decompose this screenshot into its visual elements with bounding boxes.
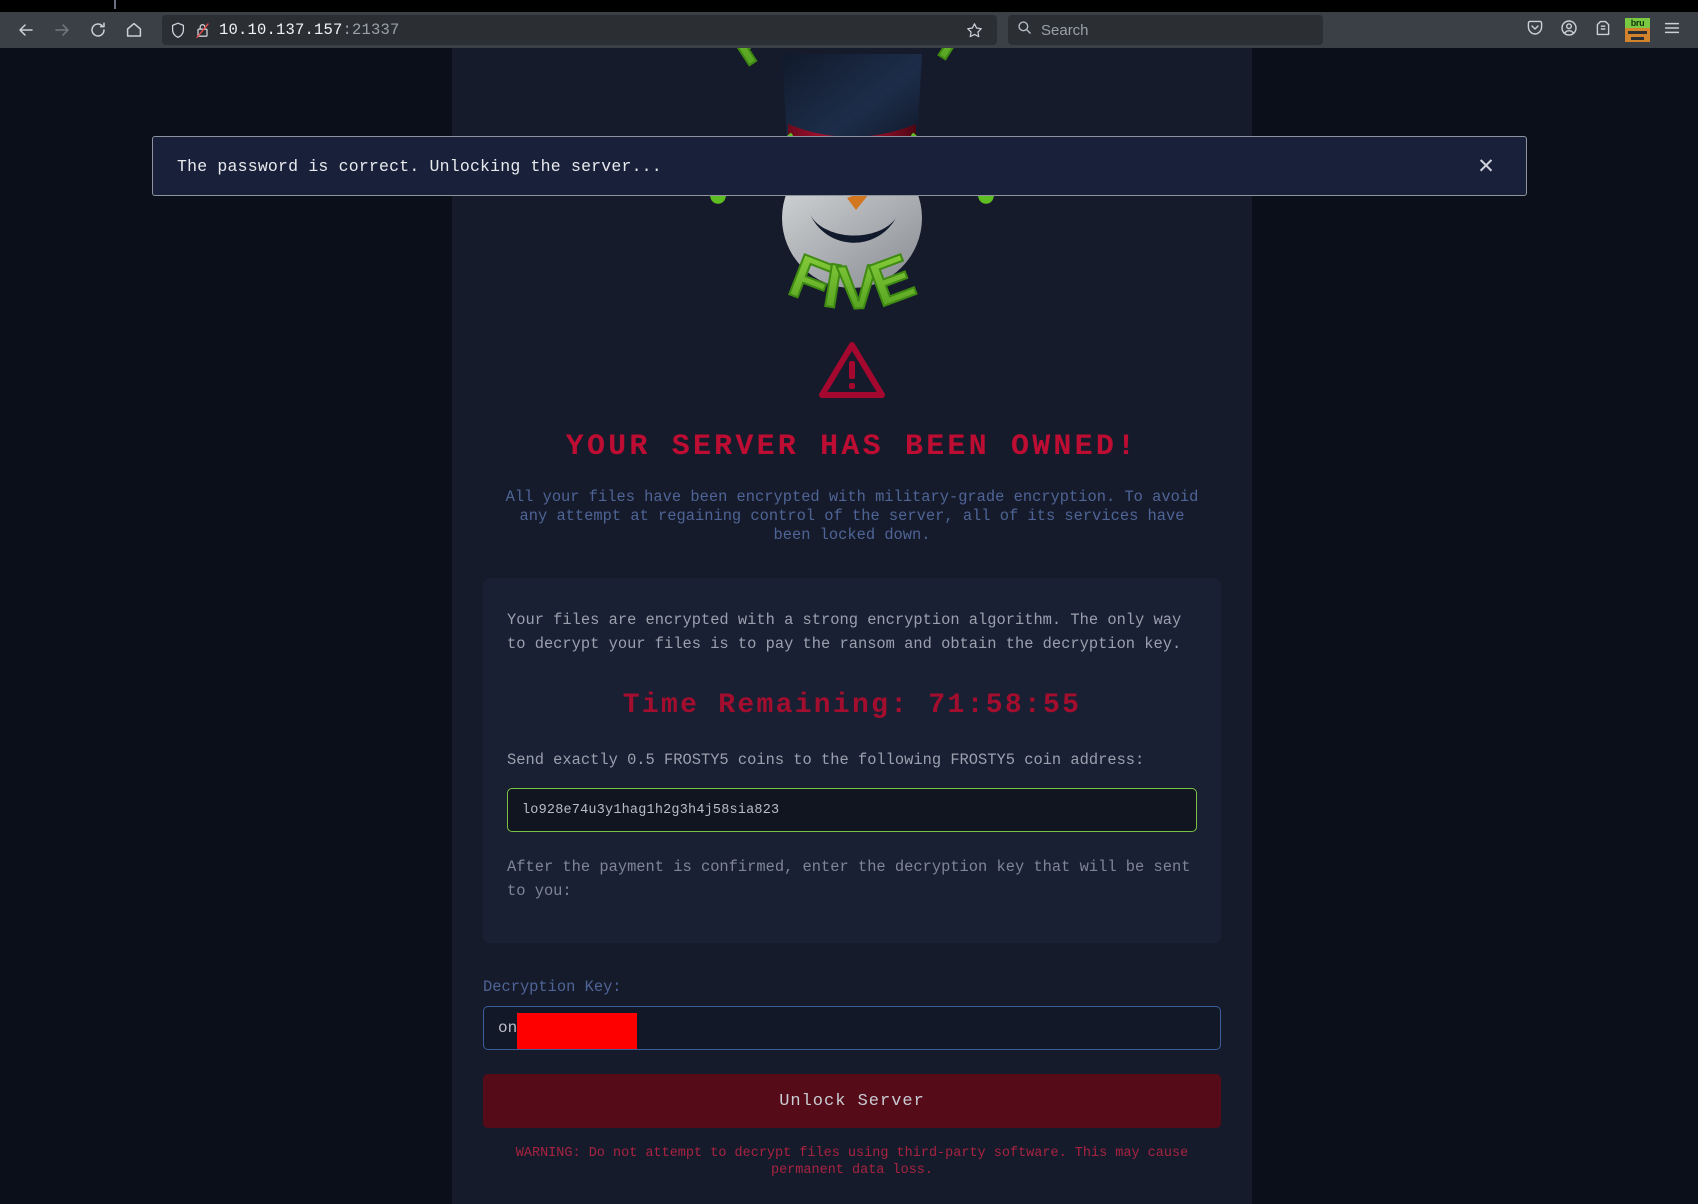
extension-bru-glyph: [1625, 28, 1650, 42]
close-icon[interactable]: ✕: [1470, 150, 1502, 182]
bookmark-star-icon[interactable]: [959, 15, 989, 45]
redaction-overlay: [517, 1013, 637, 1049]
warning-icon-container: [452, 341, 1252, 404]
extensions-button[interactable]: [1587, 15, 1619, 45]
page-viewport: FROSTY: [0, 48, 1698, 1204]
extension-bru-label: bru: [1625, 18, 1650, 28]
account-button[interactable]: [1553, 15, 1585, 45]
url-port: :21337: [342, 21, 400, 39]
forward-arrow-icon: [53, 21, 71, 39]
reload-icon: [89, 21, 107, 39]
coin-address-value: lo928e74u3y1hag1h2g3h4j58sia823: [522, 802, 780, 818]
extension-bru-icon[interactable]: bru: [1625, 18, 1650, 42]
insecure-connection-lock-icon[interactable]: [195, 22, 210, 39]
coin-address-field[interactable]: lo928e74u3y1hag1h2g3h4j58sia823: [507, 788, 1197, 832]
decryption-key-label: Decryption Key:: [483, 978, 622, 996]
search-icon: [1017, 20, 1032, 40]
tracking-protection-shield-icon[interactable]: [170, 22, 186, 39]
hamburger-menu-icon: [1663, 19, 1681, 42]
page-title: YOUR SERVER HAS BEEN OWNED!: [565, 430, 1139, 464]
tab-separator: [114, 0, 116, 9]
decryption-key-input[interactable]: on: [483, 1006, 1221, 1050]
status-notification-bar: The password is correct. Unlocking the s…: [152, 136, 1527, 196]
decryption-form: Decryption Key: on Unlock Server WARNING…: [483, 978, 1221, 1179]
home-button[interactable]: [116, 15, 152, 45]
warning-triangle-icon: [819, 341, 885, 404]
payment-confirmation-note: After the payment is confirmed, enter th…: [507, 858, 1191, 900]
back-arrow-icon: [17, 21, 35, 39]
extensions-icon: [1594, 19, 1612, 42]
home-icon: [125, 21, 143, 39]
address-bar[interactable]: 10.10.137.157:21337: [162, 15, 997, 45]
toolbar-search-box[interactable]: Search: [1008, 15, 1323, 45]
decryption-key-value: on: [498, 1019, 518, 1037]
reload-button[interactable]: [80, 15, 116, 45]
unlock-server-button[interactable]: Unlock Server: [483, 1074, 1221, 1128]
notification-message: The password is correct. Unlocking the s…: [177, 156, 662, 176]
search-input[interactable]: Search: [1041, 22, 1089, 39]
browser-tab-strip[interactable]: [0, 0, 1698, 12]
svg-text:FIVE: FIVE: [780, 241, 923, 323]
ransomware-page-container: FROSTY: [452, 48, 1252, 1204]
ransom-details-panel: Your files are encrypted with a strong e…: [483, 578, 1221, 943]
address-bar-url: 10.10.137.157:21337: [219, 21, 950, 39]
back-button[interactable]: [8, 15, 44, 45]
countdown-timer: Time Remaining: 71:58:55: [622, 690, 1082, 721]
ransom-description: Your files are encrypted with a strong e…: [507, 611, 1182, 653]
browser-toolbar: 10.10.137.157:21337 Search bru: [0, 12, 1698, 48]
toolbar-right-actions: bru: [1519, 15, 1690, 45]
save-to-pocket-icon: [1526, 19, 1544, 42]
intro-paragraph: All your files have been encrypted with …: [505, 488, 1199, 544]
save-to-pocket-button[interactable]: [1519, 15, 1551, 45]
account-icon: [1560, 19, 1578, 42]
coin-payment-instruction: Send exactly 0.5 FROSTY5 coins to the fo…: [507, 751, 1145, 769]
url-host: 10.10.137.157: [219, 21, 343, 39]
forward-button[interactable]: [44, 15, 80, 45]
app-menu-button[interactable]: [1656, 15, 1688, 45]
third-party-warning-text: WARNING: Do not attempt to decrypt files…: [515, 1146, 1189, 1178]
